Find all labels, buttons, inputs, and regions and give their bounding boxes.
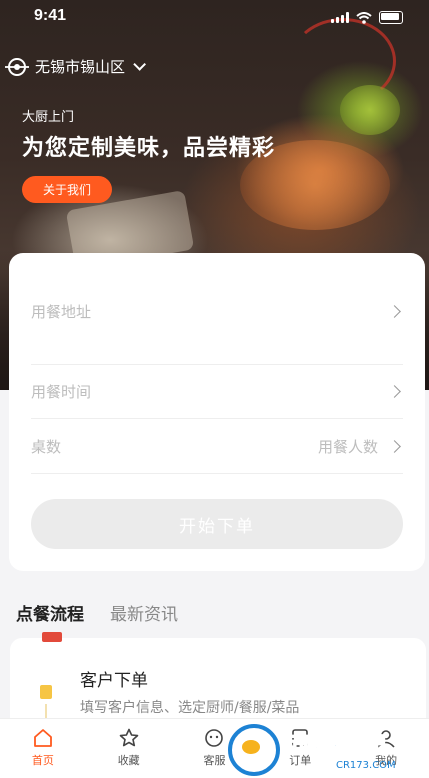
- watermark: 西西软件园 CR173.COM: [228, 722, 428, 777]
- time-placeholder: 用餐时间: [31, 383, 92, 401]
- watermark-text: 西西软件园 CR173.COM: [276, 728, 396, 772]
- divider: [31, 364, 403, 365]
- wifi-icon: [356, 11, 372, 24]
- tables-field[interactable]: 桌数 用餐人数: [31, 436, 403, 457]
- chevron-right-icon: [388, 305, 401, 318]
- step-marker: [42, 632, 62, 642]
- garnish-decoration: [340, 85, 400, 135]
- tabbar-label: 首页: [31, 754, 54, 767]
- address-field[interactable]: 用餐地址: [31, 301, 403, 322]
- chevron-right-icon: [388, 385, 401, 398]
- tabbar-label: 收藏: [117, 754, 140, 767]
- tab-order-process[interactable]: 点餐流程: [16, 600, 84, 625]
- location-target-icon: [5, 57, 29, 76]
- tabbar-item-favorites[interactable]: 收藏: [86, 719, 172, 778]
- people-placeholder: 用餐人数: [317, 438, 378, 456]
- tab-latest-news[interactable]: 最新资讯: [110, 600, 178, 625]
- home-icon: [33, 729, 52, 747]
- hero-subtitle: 大厨上门: [22, 110, 75, 125]
- watermark-sub: CR173.COM: [336, 760, 396, 771]
- tables-label: 桌数: [31, 438, 62, 456]
- about-us-button[interactable]: 关于我们: [22, 176, 112, 203]
- tabbar-label: 客服: [203, 754, 226, 767]
- step-description: 填写客户信息、选定厨师/餐服/菜品: [80, 700, 300, 716]
- hero-title: 为您定制美味，品尝精彩: [22, 136, 276, 161]
- status-bar: 9:41: [0, 0, 429, 34]
- section-tabs: 点餐流程 最新资讯: [16, 600, 178, 625]
- tabbar-item-home[interactable]: 首页: [0, 719, 86, 778]
- watermark-main: 西西软件园: [276, 734, 387, 760]
- battery-icon: [379, 11, 403, 24]
- start-order-button[interactable]: 开始下单: [31, 499, 403, 549]
- status-time: 9:41: [34, 7, 67, 24]
- watermark-logo-icon: [228, 723, 280, 776]
- document-icon: [40, 685, 52, 699]
- location-selector[interactable]: 无锡市锡山区: [5, 56, 147, 77]
- signal-icon: [331, 12, 349, 23]
- status-icons: [331, 11, 403, 24]
- divider: [31, 473, 403, 474]
- time-field[interactable]: 用餐时间: [31, 381, 403, 402]
- chat-icon: [205, 729, 224, 747]
- address-placeholder: 用餐地址: [31, 303, 92, 321]
- divider: [31, 418, 403, 419]
- order-form-card: 用餐地址 用餐时间 桌数 用餐人数 开始下单: [9, 253, 425, 571]
- step-title: 客户下单: [80, 671, 148, 691]
- star-icon: [119, 728, 138, 747]
- location-label: 无锡市锡山区: [35, 58, 126, 76]
- chevron-right-icon: [388, 440, 401, 453]
